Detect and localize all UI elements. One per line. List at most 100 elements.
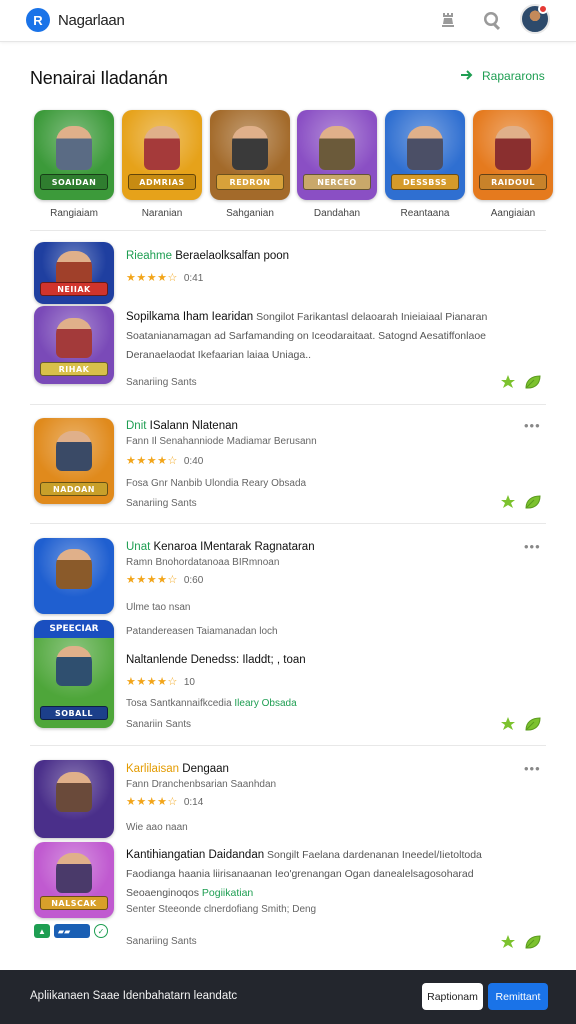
game-character-art xyxy=(495,126,531,170)
featured-game-label: Dandahan xyxy=(313,208,361,219)
star-rating: ★★★★☆ 0:14 xyxy=(126,796,204,808)
secondary-button[interactable]: Raptionam xyxy=(422,983,483,1010)
divider xyxy=(30,523,546,524)
game-art-title: SPEECIAR xyxy=(34,620,114,638)
leaf-icon[interactable] xyxy=(524,374,541,390)
leaf-icon[interactable] xyxy=(524,494,541,510)
app-tagline[interactable]: Fosa Gnr Nanbib Ulondia Reary Obsada xyxy=(126,478,306,489)
game-art-title: SOAIDAN xyxy=(40,174,108,190)
game-art-title: ADMRIAS xyxy=(128,174,196,190)
featured-game-tile[interactable]: ADMRIAS xyxy=(122,110,202,200)
platform-badges: ▲ ▰▰ ✓ xyxy=(34,924,108,938)
card-footer: Sanariing Sants xyxy=(126,936,197,947)
game-character-art xyxy=(56,646,92,686)
app-subtitle: Fann Il Senahanniode Madiamar Berusann xyxy=(126,436,317,447)
game-art-title: NADOAN xyxy=(40,482,108,496)
more-options-icon[interactable]: ••• xyxy=(524,539,541,554)
star-icon[interactable] xyxy=(500,494,516,510)
star-icon[interactable] xyxy=(500,374,516,390)
app-meta: Ulme tao nsan xyxy=(126,602,191,613)
featured-game-tile[interactable]: DESSBSS xyxy=(385,110,465,200)
game-art-title: RAIDOUL xyxy=(479,174,547,190)
see-all-link[interactable]: Rapararons xyxy=(460,69,545,83)
app-title[interactable]: Karlilaisan Dengaan xyxy=(126,763,229,775)
featured-game-label: Rangiaiam xyxy=(50,208,98,219)
app-thumbnail[interactable]: NEIIAK xyxy=(34,242,114,304)
app-thumbnail[interactable]: NADOAN xyxy=(34,418,114,504)
featured-game-tile[interactable]: NERCEO xyxy=(297,110,377,200)
search-icon[interactable] xyxy=(480,8,504,32)
app-thumbnail[interactable] xyxy=(34,760,114,838)
app-logo[interactable]: R xyxy=(26,8,50,32)
app-thumbnail[interactable] xyxy=(34,538,114,614)
cookie-consent-bar: Apliikanaen Saae Idenbahatarn leandatc R… xyxy=(0,970,576,1024)
arrow-right-icon xyxy=(460,69,474,83)
app-description: Kantihiangatian Daidandan Songilt Faelan… xyxy=(126,849,482,899)
divider xyxy=(30,745,546,746)
app-meta: Wie aao naan xyxy=(126,822,188,833)
store-badge-icon: ▰▰ xyxy=(53,924,90,938)
app-tagline: Tosa Santkannaifkcedia Ileary Obsada xyxy=(126,698,297,709)
see-all-label: Rapararons xyxy=(482,69,545,83)
card-footer: Sanariing Sants xyxy=(126,377,197,388)
card-footer: Sanariing Sants xyxy=(126,498,197,509)
app-thumbnail[interactable]: SPEECIAR SOBALL xyxy=(34,620,114,728)
app-subtitle-heading[interactable]: Naltanlende Denedss: Iladdt; , toan xyxy=(126,654,306,666)
star-rating: ★★★★☆ 0:40 xyxy=(126,455,204,467)
game-character-art xyxy=(407,126,443,170)
app-description: Sopilkama Iham Iearidan Songilot Farikan… xyxy=(126,311,488,361)
featured-game-label: Sahganian xyxy=(226,208,274,219)
app-thumbnail[interactable]: NALSCAK xyxy=(34,842,114,918)
divider xyxy=(30,230,546,231)
divider xyxy=(30,404,546,405)
game-art-title: SOBALL xyxy=(40,706,108,720)
app-subtitle: Fann Dranchenbsarian Saanhdan xyxy=(126,779,277,790)
game-art-title: NERCEO xyxy=(303,174,371,190)
section-title: Nenairai Iladanán xyxy=(30,68,168,88)
star-icon[interactable] xyxy=(500,716,516,732)
top-app-bar: R Nagarlaan xyxy=(0,0,576,42)
star-rating: ★★★★☆ 0:41 xyxy=(126,272,204,284)
featured-game-tile[interactable]: SOAIDAN xyxy=(34,110,114,200)
app-title[interactable]: Unat Kenaroa IMentarak Ragnataran xyxy=(126,541,315,553)
app-thumbnail[interactable]: RIHAK xyxy=(34,306,114,384)
featured-game-label: Naranian xyxy=(141,208,183,219)
check-badge-icon: ✓ xyxy=(93,924,108,938)
star-rating: ★★★★☆ 10 xyxy=(126,676,195,688)
app-meta: Senter Steeonde clnerdofiang Smith; Deng xyxy=(126,904,317,915)
consent-text: Apliikanaen Saae Idenbahatarn leandatc xyxy=(30,990,238,1002)
game-art-title: REDRON xyxy=(216,174,284,190)
game-character-art xyxy=(56,318,92,358)
star-rating: ★★★★☆ 0:60 xyxy=(126,574,204,586)
featured-game-tile[interactable]: REDRON xyxy=(210,110,290,200)
primary-button[interactable]: Remittant xyxy=(488,983,548,1010)
app-meta: Patandereasen Taiamanadan loch xyxy=(126,626,278,637)
app-title[interactable]: Dnit ISalann Nlatenan xyxy=(126,420,238,432)
game-art-title: RIHAK xyxy=(40,362,108,376)
game-character-art xyxy=(56,431,92,471)
game-character-art xyxy=(319,126,355,170)
more-options-icon[interactable]: ••• xyxy=(524,761,541,776)
game-character-art xyxy=(232,126,268,170)
star-icon[interactable] xyxy=(500,934,516,950)
notification-badge xyxy=(538,4,548,14)
game-art-title: DESSBSS xyxy=(391,174,459,190)
featured-game-label: Reantaana xyxy=(400,208,450,219)
featured-game-label: Aangiaian xyxy=(490,208,536,219)
rook-icon[interactable] xyxy=(436,8,460,32)
more-options-icon[interactable]: ••• xyxy=(524,418,541,433)
card-footer: Sanariin Sants xyxy=(126,719,192,730)
leaf-icon[interactable] xyxy=(524,716,541,732)
android-badge-icon: ▲ xyxy=(34,924,50,938)
game-character-art xyxy=(56,549,92,589)
game-art-title: NALSCAK xyxy=(40,896,108,910)
game-character-art xyxy=(144,126,180,170)
featured-game-tile[interactable]: RAIDOUL xyxy=(473,110,553,200)
game-character-art xyxy=(56,772,92,812)
app-title[interactable]: Rieahme Beraelaolksalfan poon xyxy=(126,250,289,262)
game-art-title: NEIIAK xyxy=(40,282,108,296)
game-character-art xyxy=(56,126,92,170)
leaf-icon[interactable] xyxy=(524,934,541,950)
app-subtitle: Ramn Bnohordatanoaa BIRmnoan xyxy=(126,557,280,568)
app-name: Nagarlaan xyxy=(58,12,125,29)
